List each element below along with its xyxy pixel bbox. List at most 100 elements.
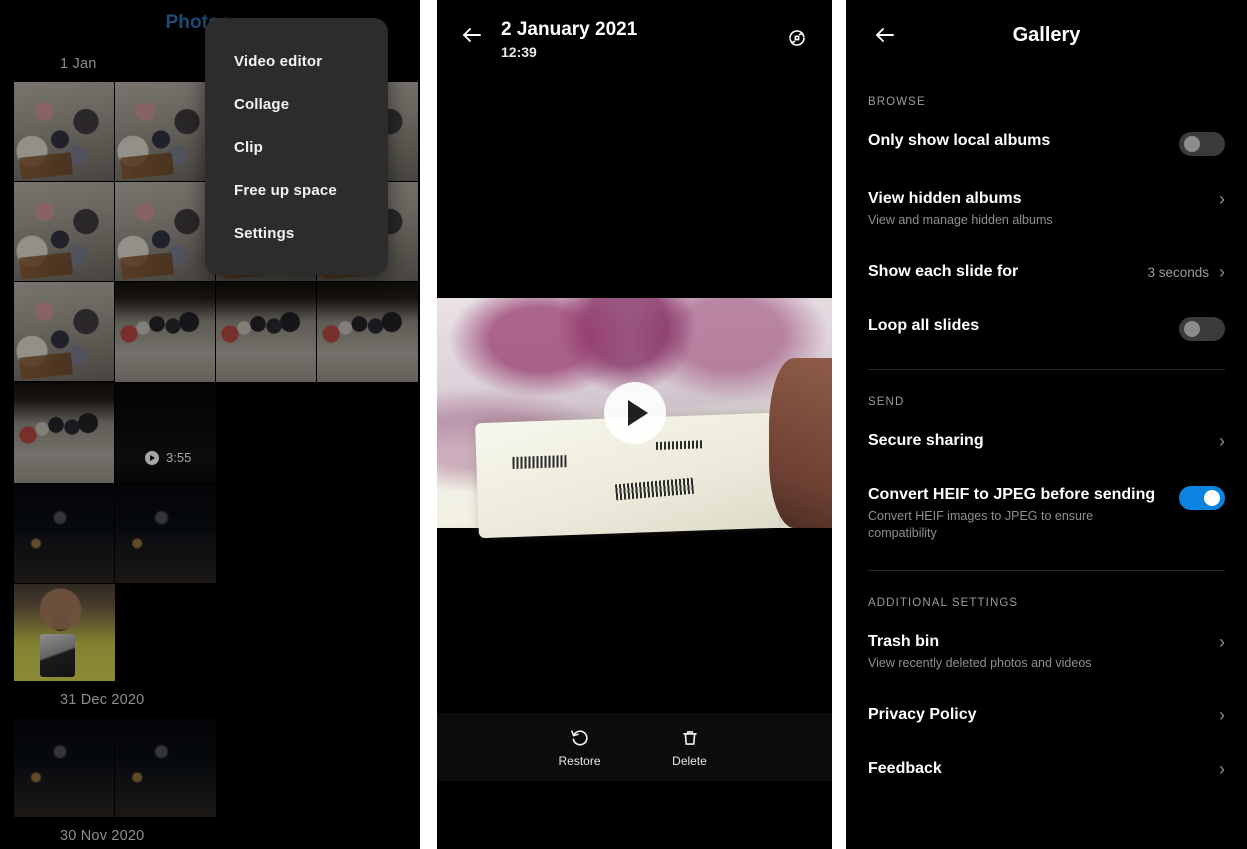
menu-item-video-editor[interactable]: Video editor [205, 40, 388, 83]
play-icon [145, 450, 159, 465]
toggle-switch[interactable] [1179, 317, 1225, 341]
settings-row-loop-all-slides[interactable]: Loop all slides [868, 299, 1225, 357]
photo-thumbnail[interactable] [115, 718, 216, 818]
photo-row [14, 282, 420, 383]
settings-row-title: Only show local albums [868, 132, 1051, 149]
viewer-meta: 2 January 2021 12:39 [501, 18, 780, 60]
play-icon[interactable] [603, 382, 666, 444]
photo-thumbnail[interactable] [14, 718, 115, 818]
photo-thumbnail[interactable] [14, 182, 115, 282]
settings-row-privacy-policy[interactable]: Privacy Policy › [868, 688, 1225, 742]
chevron-right-icon: › [1219, 759, 1225, 779]
settings-row-subtitle: View recently deleted photos and videos [868, 656, 1092, 670]
video-duration-label: 3:55 [166, 450, 192, 465]
menu-item-clip[interactable]: Clip [205, 126, 388, 169]
viewer-date: 2 January 2021 [501, 19, 638, 40]
settings-row-secure-sharing[interactable]: Secure sharing › [868, 414, 1225, 468]
photo-row [14, 484, 420, 584]
section-header: Additional settings [868, 597, 1019, 609]
photo-thumbnail[interactable] [115, 484, 216, 584]
photo-thumbnail[interactable] [14, 82, 115, 182]
settings-row-control: › [1219, 758, 1225, 778]
photo-thumbnail[interactable] [216, 282, 317, 383]
settings-row-control: › [1219, 631, 1225, 651]
thumbnail-image [115, 484, 216, 583]
photo-thumbnail[interactable]: 3:55 [115, 383, 216, 484]
settings-row-title: View hidden albums [868, 190, 1022, 207]
thumbnail-image [115, 383, 216, 483]
photo-thumbnail[interactable] [14, 484, 115, 584]
toggle-switch[interactable] [1179, 486, 1225, 510]
rotate-icon[interactable] [780, 21, 814, 55]
settings-row-show-each-slide-for[interactable]: Show each slide for 3 seconds › [868, 245, 1225, 299]
settings-row-convert-heif-to-jpeg-before-sending[interactable]: Convert HEIF to JPEG before sending Conve… [868, 468, 1225, 558]
settings-row-control [1179, 130, 1225, 156]
thumbnail-image [14, 484, 114, 583]
settings-row-subtitle: View and manage hidden albums [868, 213, 1053, 227]
settings-row-only-show-local-albums[interactable]: Only show local albums [868, 114, 1225, 172]
menu-item-collage[interactable]: Collage [205, 83, 388, 126]
settings-row-text: Loop all slides [868, 315, 1179, 336]
gallery-grid-panel: Photos 1 Jan3:5531 Dec 202030 Nov 202020… [0, 0, 420, 849]
photo-thumbnail[interactable] [115, 82, 216, 182]
menu-item-settings[interactable]: Settings [205, 212, 388, 255]
settings-topbar: Gallery [846, 0, 1247, 70]
thumbnail-image [14, 584, 115, 681]
toggle-switch[interactable] [1179, 132, 1225, 156]
photo-thumbnail[interactable] [115, 282, 216, 383]
overflow-menu[interactable]: Video editor Collage Clip Free up space Sett… [205, 18, 388, 275]
settings-row-value: 3 seconds [1147, 264, 1209, 280]
settings-row-text: Trash bin View recently deleted photos an… [868, 631, 1219, 672]
settings-row-feedback[interactable]: Feedback › [868, 742, 1225, 796]
settings-row-text: Feedback [868, 758, 1219, 779]
toggle-knob [1204, 490, 1220, 506]
back-arrow-icon[interactable] [455, 18, 489, 52]
chevron-right-icon: › [1219, 632, 1225, 652]
thumbnail-image [14, 383, 114, 483]
hand-in-frame [768, 357, 832, 528]
thumbnail-image [14, 182, 114, 281]
photo-row: 3:55 [14, 383, 420, 484]
settings-row-title: Loop all slides [868, 317, 980, 334]
settings-row-view-hidden-albums[interactable]: View hidden albums View and manage hidden… [868, 172, 1225, 245]
restore-button[interactable]: Restore [543, 727, 617, 768]
viewer-time: 12:39 [501, 44, 537, 60]
photo-row [14, 718, 420, 818]
restore-label: Restore [558, 753, 601, 768]
settings-row-subtitle: Convert HEIF images to JPEG to ensure co… [868, 509, 1094, 540]
settings-row-text: Convert HEIF to JPEG before sending Conve… [868, 484, 1179, 542]
settings-row-control: › [1219, 704, 1225, 724]
thumbnail-image [317, 282, 418, 382]
photo-row [14, 584, 420, 682]
settings-row-title: Trash bin [868, 633, 940, 650]
viewer-stage: Restore Delete [437, 84, 832, 781]
chevron-right-icon: › [1219, 431, 1225, 451]
menu-item-free-up-space[interactable]: Free up space [205, 169, 388, 212]
thumbnail-image [216, 282, 316, 382]
settings-row-text: Privacy Policy [868, 704, 1219, 725]
restore-icon [570, 729, 588, 746]
photo-thumbnail[interactable] [115, 182, 216, 282]
video-preview[interactable] [437, 298, 832, 538]
photo-thumbnail[interactable] [14, 584, 115, 682]
toggle-knob [1184, 321, 1200, 337]
settings-row-control: › [1219, 188, 1225, 208]
photo-thumbnail[interactable] [14, 282, 115, 382]
thumbnail-image [14, 82, 114, 181]
settings-row-control: 3 seconds › [1147, 261, 1225, 281]
photo-thumbnail[interactable] [14, 383, 115, 484]
settings-row-control [1179, 484, 1225, 510]
trash-icon [682, 730, 697, 745]
settings-row-title: Secure sharing [868, 432, 984, 449]
delete-button[interactable]: Delete [653, 727, 727, 768]
thumbnail-image [14, 718, 114, 817]
settings-row-text: Only show local albums [868, 130, 1179, 151]
settings-title: Gallery [1012, 23, 1081, 46]
chevron-right-icon: › [1219, 189, 1225, 209]
settings-row-trash-bin[interactable]: Trash bin View recently deleted photos an… [868, 615, 1225, 688]
settings-row-title: Convert HEIF to JPEG before sending [868, 486, 1156, 503]
video-duration-badge: 3:55 [145, 450, 191, 465]
chevron-right-icon: › [1219, 705, 1225, 725]
thumbnail-image [14, 282, 114, 381]
photo-thumbnail[interactable] [317, 282, 418, 383]
